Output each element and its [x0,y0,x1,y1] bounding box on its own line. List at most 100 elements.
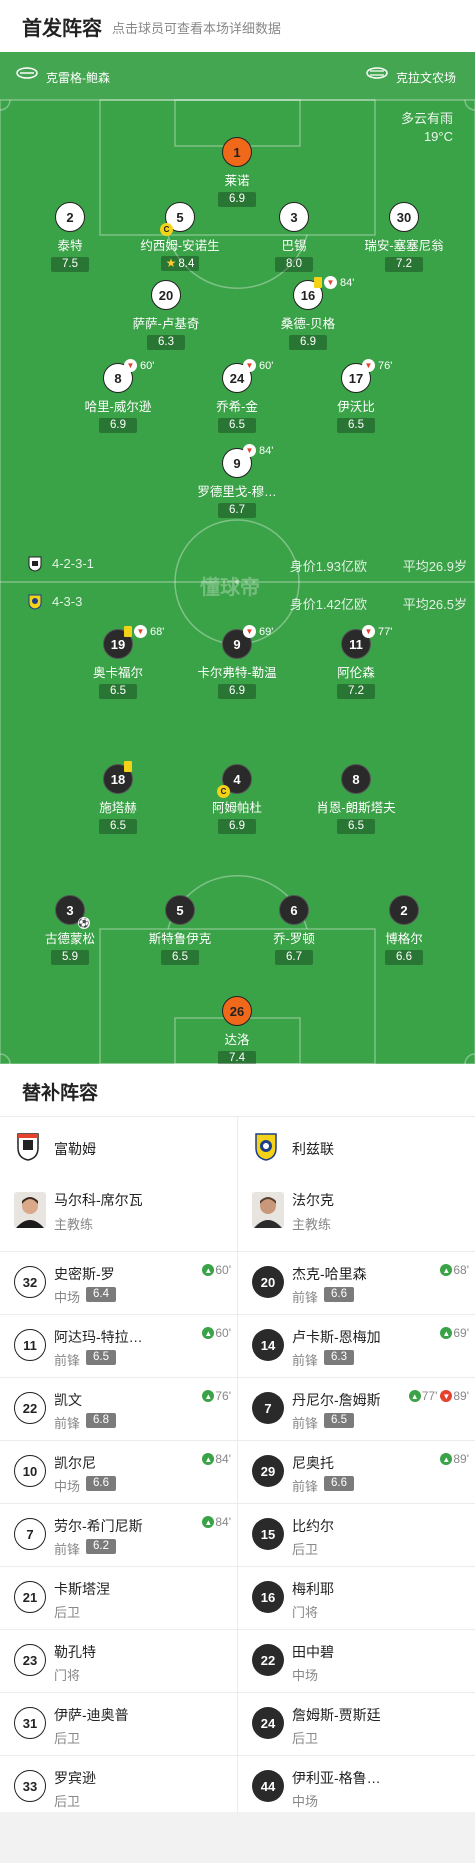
player-number: 24 ▼ 60' [222,359,273,393]
player-marker[interactable]: 24 ▼ 60' 乔希-金 6.5 [177,359,297,433]
sub-off-badge: ▼ 76' [362,359,392,372]
player-name: 伊沃比 [337,400,375,414]
player-marker[interactable]: 16 ▼ 84' 桑德-贝格 6.9 [248,276,368,350]
pitch: 克雷格-鲍森 克拉文农场 多云有雨 19°C 懂球帝 4-2-3-1 身价1.9… [0,52,475,1064]
player-marker[interactable]: 11 ▼ 77' 阿伦森 7.2 [296,625,416,699]
sub-player-row[interactable]: 29 尼奥托 前锋 6.6 ▲ 89' [238,1440,475,1503]
player-marker[interactable]: 5 斯特鲁伊克 6.5 [120,895,240,965]
sub-player-row[interactable]: 7 丹尼尔-詹姆斯 前锋 6.5 ▲ 77' ▼ 89' [238,1377,475,1440]
player-rating: 6.7 [275,950,313,965]
player-marker[interactable]: 1 莱诺 6.9 [177,137,297,207]
player-number-text: 9 [233,455,241,471]
sub-player-row[interactable]: 15 比约尔 后卫 [238,1503,475,1566]
sub-player-rating: 6.6 [86,1476,116,1491]
away-team-label: 克拉文农场 [396,71,457,85]
sub-time: ▲ 60' [202,1326,231,1340]
sub-player-number: 7 [252,1392,284,1424]
player-name: 莱诺 [224,174,250,188]
sub-time: ▲ 60' [202,1263,231,1277]
sub-player-row[interactable]: 32 史密斯-罗 中场 6.4 ▲ 60' [0,1251,237,1314]
sub-player-row[interactable]: 20 杰克-哈里森 前锋 6.6 ▲ 68' [238,1251,475,1314]
sub-player-rating: 6.6 [324,1476,354,1491]
player-number: 6 [279,895,309,925]
player-marker[interactable]: 3 ⚽ 古德蒙松 5.9 [10,895,130,965]
player-marker[interactable]: 5 C 约西姆-安诺生 ★ 8.4 [120,202,240,272]
sub-time: ▲ 76' [202,1389,231,1403]
player-rating: 6.6 [385,950,423,965]
player-marker[interactable]: 17 ▼ 76' 伊沃比 6.5 [296,359,416,433]
sub-player-row[interactable]: 22 田中碧 中场 [238,1629,475,1692]
player-marker[interactable]: 2 泰特 7.5 [10,202,130,272]
sub-off-time: 84' [259,444,274,457]
sub-player-row[interactable]: 21 卡斯塔涅 后卫 [0,1566,237,1629]
sub-player-row[interactable]: 16 梅利耶 门将 [238,1566,475,1629]
home-team-row[interactable]: 富勒姆 [0,1116,237,1178]
captain-badge-icon: C [160,223,173,236]
away-team-row[interactable]: 利兹联 [238,1116,475,1178]
player-number: 9 ▼ 69' [222,625,273,659]
sub-player-rating: 6.4 [86,1287,116,1302]
sub-off-badge: ▼ 84' [314,276,354,289]
player-marker[interactable]: 4 C 阿姆帕杜 6.9 [177,764,297,834]
sub-time: ▲ 68' [440,1263,469,1277]
player-number-text: 2 [66,209,74,225]
home-subs-list: 32 史密斯-罗 中场 6.4 ▲ 60' 11 阿达玛-特拉… 前锋 6.5 ▲ 60' 22 凯文 前锋… [0,1251,237,1818]
sub-player-position: 中场 [292,1668,319,1683]
player-rating: 6.5 [337,418,375,433]
sub-in-icon: ▲ [202,1327,215,1339]
player-number: 20 [151,280,181,310]
sub-player-row[interactable]: 33 罗宾逊 后卫 [0,1755,237,1818]
sub-off-icon: ▼ [124,359,137,372]
player-number-text: 5 [176,209,184,225]
sub-off-icon: ▼ [243,625,256,638]
player-marker[interactable]: 20 萨萨-卢基奇 6.3 [106,280,226,350]
home-age: 平均26.9岁 [402,559,467,574]
sub-player-row[interactable]: 10 凯尔尼 中场 6.6 ▲ 84' [0,1440,237,1503]
player-name: 奥卡福尔 [92,666,143,680]
sub-player-number: 7 [14,1518,46,1550]
sub-player-row[interactable]: 23 勒孔特 门将 [0,1629,237,1692]
sub-player-name: 卡斯塔涅 [54,1581,110,1597]
player-name: 博格尔 [385,932,423,946]
player-number: 5C [160,202,195,236]
player-marker[interactable]: 3 巴锡 8.0 [234,202,354,272]
sub-in-icon: ▲ [202,1453,215,1465]
player-rating-value: 7.2 [396,258,412,270]
sub-player-name: 詹姆斯-贾斯廷 [292,1707,381,1723]
sub-player-row[interactable]: 7 劳尔-希门尼斯 前锋 6.2 ▲ 84' [0,1503,237,1566]
away-coach-row[interactable]: 法尔克 主教练 [238,1178,475,1251]
sub-player-position: 前锋 [292,1479,319,1494]
player-marker[interactable]: 19 ▼ 68' 奥卡福尔 6.5 [58,625,178,699]
sub-player-row[interactable]: 22 凯文 前锋 6.8 ▲ 76' [0,1377,237,1440]
player-number-text: 8 [352,771,360,787]
player-marker[interactable]: 9 ▼ 69' 卡尔弗特-勒温 6.9 [177,625,297,699]
sub-player-row[interactable]: 11 阿达玛-特拉… 前锋 6.5 ▲ 60' [0,1314,237,1377]
home-value: 身价1.93亿欧 [289,559,367,574]
player-rating-value: 6.7 [229,504,245,516]
player-name: 泰特 [57,239,83,253]
sub-time: ▲ 77' ▼ 89' [408,1389,469,1403]
sub-player-row[interactable]: 31 伊萨-迪奥普 后卫 [0,1692,237,1755]
player-marker[interactable]: 2 博格尔 6.6 [344,895,464,965]
sub-player-number: 29 [252,1455,284,1487]
player-marker[interactable]: 18 施塔赫 6.5 [58,761,178,834]
home-coach-row[interactable]: 马尔科-席尔瓦 主教练 [0,1178,237,1251]
player-name: 哈里-威尔逊 [84,400,152,414]
player-marker[interactable]: 8 肖恩-朗斯塔夫 6.5 [296,764,416,834]
player-name: 斯特鲁伊克 [148,932,212,946]
sub-player-position: 前锋 [54,1542,81,1557]
star-icon: ★ [165,256,177,270]
player-marker[interactable]: 8 ▼ 60' 哈里-威尔逊 6.9 [58,359,178,433]
sub-player-row[interactable]: 24 詹姆斯-贾斯廷 后卫 [238,1692,475,1755]
sub-in-icon: ▲ [440,1327,453,1339]
player-rating-value: 6.5 [348,419,364,431]
sub-player-row[interactable]: 14 卢卡斯-恩梅加 前锋 6.3 ▲ 69' [238,1314,475,1377]
sub-player-name: 田中碧 [292,1644,334,1660]
sub-off-icon: ▼ [134,625,147,638]
sub-player-number: 31 [14,1707,46,1739]
player-marker[interactable]: 6 乔-罗顿 6.7 [234,895,354,965]
player-marker[interactable]: 30 瑞安-塞塞尼翁 7.2 [344,202,464,272]
player-marker[interactable]: 26 达洛 7.4 [177,996,297,1064]
player-marker[interactable]: 9 ▼ 84' 罗德里戈-穆… 6.7 [177,444,297,518]
sub-player-row[interactable]: 44 伊利亚-格鲁… 中场 [238,1755,475,1818]
